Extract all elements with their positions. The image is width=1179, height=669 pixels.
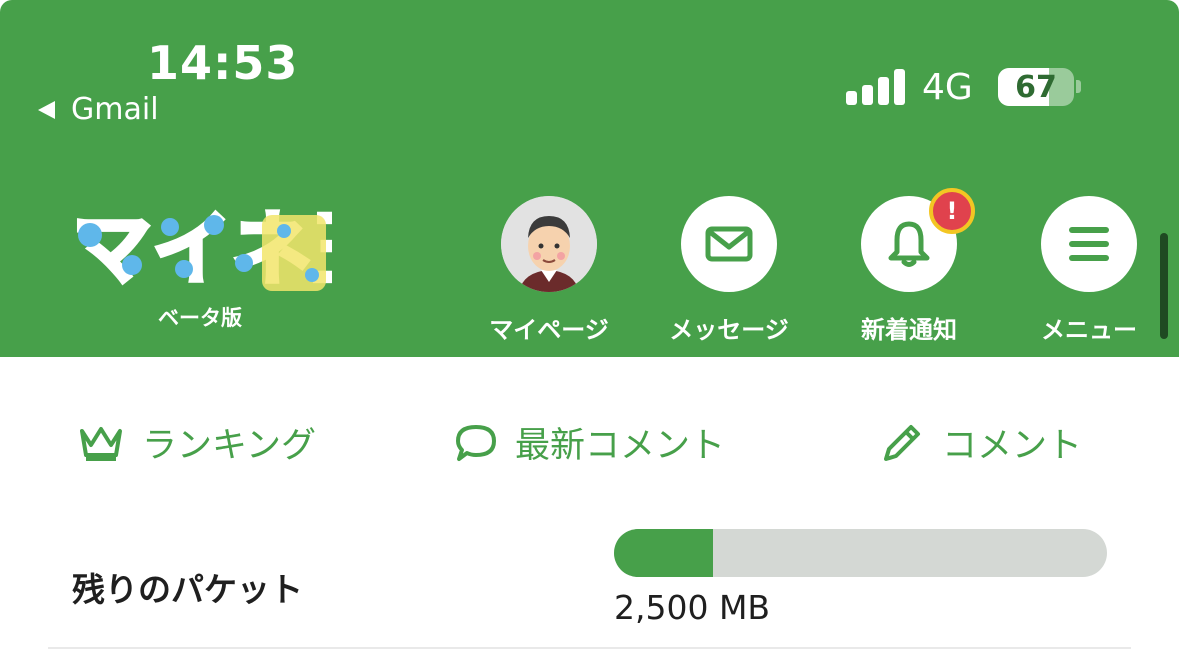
tab-comment[interactable]: コメント [880, 417, 1082, 468]
tab-ranking[interactable]: ランキング [78, 417, 316, 468]
remaining-packet-label: 残りのパケット [72, 570, 303, 609]
status-time: 14:53 [147, 36, 299, 90]
app-header: 14:53 Gmail 4G 67 マイネ王 ベータ版 [0, 0, 1179, 357]
battery-tip [1076, 80, 1081, 93]
beta-label: ベータ版 [158, 306, 242, 330]
content-tabs: ランキング 最新コメント コメント [0, 357, 1179, 527]
packet-progress-fill [614, 529, 713, 577]
envelope-icon [705, 226, 753, 262]
tab-label-ranking: ランキング [142, 426, 316, 466]
notification-badge: ! [929, 188, 975, 234]
signal-strength-icon [846, 69, 906, 105]
back-to-app-link[interactable]: Gmail [38, 92, 159, 127]
tab-label-comment: コメント [942, 426, 1083, 466]
nav-messages[interactable]: メッセージ [659, 196, 799, 345]
crown-icon [80, 426, 122, 461]
nav-label-notifications: 新着通知 [861, 316, 957, 344]
network-type: 4G [922, 67, 973, 108]
remaining-packet-value: 2,500 MB [614, 588, 771, 627]
menu-button[interactable] [1041, 196, 1137, 292]
packet-progress-bar [614, 529, 1107, 577]
messages-button[interactable] [681, 196, 777, 292]
nav-menu[interactable]: メニュー [1019, 196, 1159, 345]
scrollbar[interactable] [1160, 233, 1168, 339]
tab-label-latest-comments: 最新コメント [515, 426, 726, 466]
avatar[interactable] [501, 196, 597, 292]
divider [48, 647, 1131, 649]
nav-label-mypage: マイページ [489, 316, 609, 344]
nav-notifications[interactable]: ! 新着通知 [839, 188, 979, 345]
nav-mypage[interactable]: マイページ [479, 196, 619, 345]
nav-label-menu: メニュー [1041, 316, 1137, 344]
battery-percent: 67 [1015, 70, 1057, 105]
pencil-icon [884, 424, 920, 461]
speech-bubble-icon [456, 424, 496, 461]
bell-icon [888, 221, 930, 267]
logo[interactable]: マイネ王 [70, 201, 394, 298]
battery-icon: 67 [998, 68, 1074, 106]
nav-label-messages: メッセージ [669, 316, 789, 344]
back-arrow-icon [38, 100, 55, 119]
menu-icon [1069, 227, 1109, 261]
back-app-label: Gmail [71, 92, 159, 127]
notifications-button[interactable]: ! [861, 188, 975, 292]
tab-latest-comments[interactable]: 最新コメント [455, 417, 725, 468]
